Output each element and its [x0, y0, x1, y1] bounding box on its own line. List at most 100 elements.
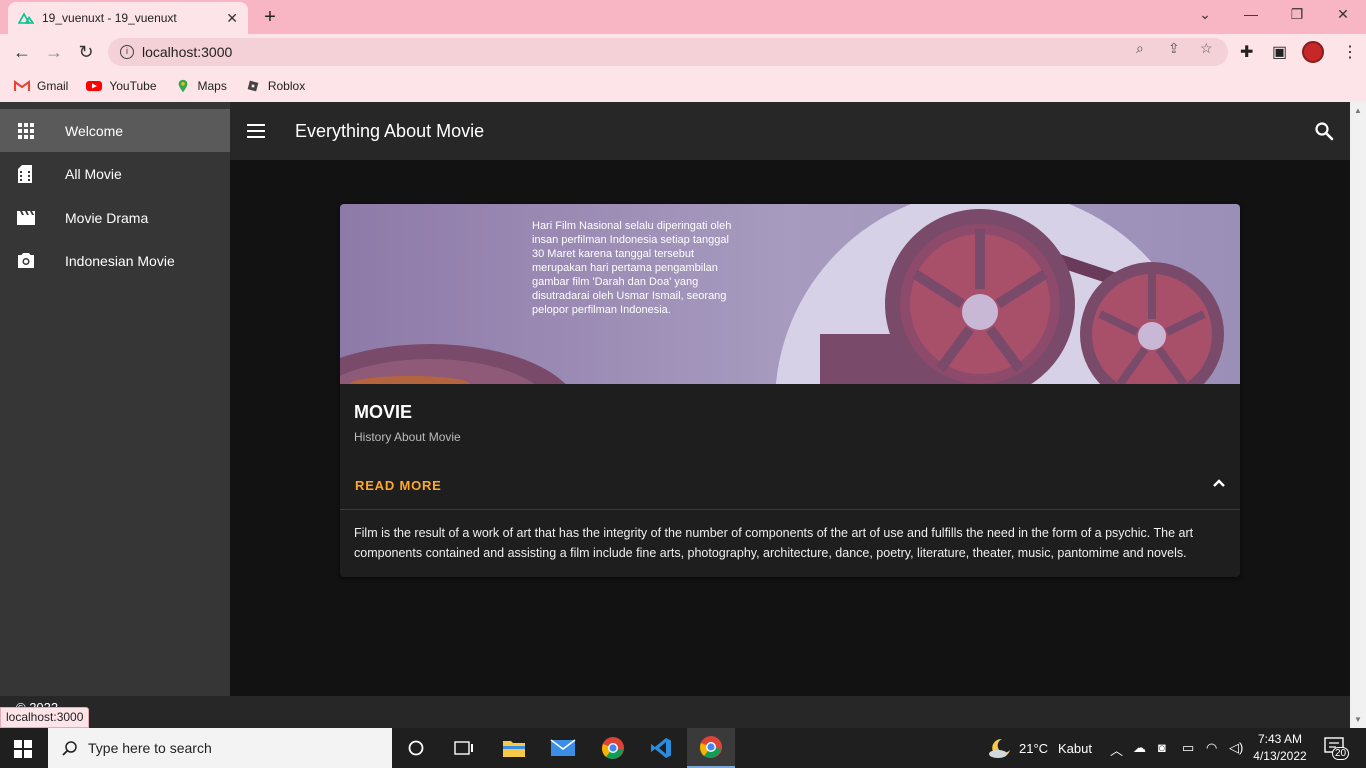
- url-text: localhost:3000: [142, 44, 233, 60]
- search-icon: [62, 741, 77, 756]
- app-title: Everything About Movie: [295, 120, 485, 141]
- page-scrollbar[interactable]: ▲ ▼: [1350, 102, 1366, 728]
- drawer-item-label: Movie Drama: [65, 209, 149, 226]
- taskbar-mail[interactable]: [539, 728, 587, 768]
- taskbar-file-explorer[interactable]: [490, 728, 538, 768]
- extensions-icon[interactable]: ✚: [1240, 42, 1253, 62]
- wifi-icon[interactable]: ◠: [1206, 740, 1217, 756]
- meet-now-icon[interactable]: ◙: [1158, 740, 1166, 755]
- site-info-icon[interactable]: i: [120, 45, 134, 59]
- banner-caption-line: gambar film 'Darah dan Doa' yang: [532, 276, 698, 288]
- notification-center-button[interactable]: 20: [1324, 737, 1350, 760]
- nuxt-logo-icon: [18, 12, 34, 24]
- forward-button[interactable]: →: [44, 42, 64, 63]
- app-bar: Everything About Movie: [230, 102, 1350, 160]
- address-bar[interactable]: i localhost:3000: [108, 38, 1228, 66]
- chrome-menu-icon[interactable]: ⋮: [1342, 42, 1358, 62]
- bookmark-label: YouTube: [109, 79, 157, 93]
- weather-moon-icon[interactable]: [988, 737, 1012, 759]
- drawer-item-label: Indonesian Movie: [65, 252, 175, 269]
- restore-button[interactable]: ❐: [1277, 6, 1317, 23]
- taskbar-vscode[interactable]: [637, 728, 685, 768]
- clock-time: 7:43 AM: [1257, 732, 1303, 746]
- weather-temperature[interactable]: 21°C: [1019, 741, 1048, 756]
- drawer-item-welcome[interactable]: Welcome: [0, 109, 230, 152]
- reload-button[interactable]: ↻: [76, 42, 96, 63]
- taskbar-search-box[interactable]: Type here to search: [48, 728, 392, 768]
- share-icon[interactable]: ⇪: [1168, 40, 1180, 57]
- bookmark-gmail[interactable]: Gmail: [14, 79, 68, 93]
- card-divider: [340, 509, 1240, 510]
- scroll-up-icon[interactable]: ▲: [1354, 106, 1362, 115]
- chrome-icon: [602, 737, 624, 759]
- weather-description[interactable]: Kabut: [1058, 741, 1092, 756]
- banner-caption-line: pelopor perfilman Indonesia.: [532, 304, 671, 316]
- banner-caption-line: merupakan hari pertama pengambilan: [532, 262, 718, 274]
- search-icon[interactable]: [1314, 121, 1334, 141]
- network-offline-icon[interactable]: ☁: [1133, 740, 1146, 756]
- browser-tab-strip: 19_vuenuxt - 19_vuenuxt ✕ + ⌄ — ❐ ✕: [0, 0, 1366, 34]
- film-file-icon: [18, 164, 32, 183]
- drawer-item-label: Welcome: [65, 122, 124, 139]
- zoom-icon[interactable]: ⌕: [1136, 40, 1144, 57]
- tab-close-icon[interactable]: ✕: [226, 10, 238, 27]
- hamburger-menu-icon[interactable]: [247, 124, 265, 138]
- folder-icon: [503, 741, 525, 757]
- notification-count-badge: 20: [1332, 747, 1350, 760]
- apps-grid-icon: [18, 122, 34, 139]
- taskbar-chrome[interactable]: [589, 728, 637, 768]
- chrome-icon: [700, 736, 722, 758]
- drawer-item-all-movie[interactable]: All Movie: [0, 152, 230, 195]
- side-panel-icon[interactable]: ▣: [1272, 42, 1287, 62]
- tab-search-icon[interactable]: ⌄: [1185, 6, 1225, 23]
- banner-caption-line: insan perfilman Indonesia setiap tanggal: [532, 234, 729, 246]
- browser-tab[interactable]: 19_vuenuxt - 19_vuenuxt ✕: [8, 2, 248, 34]
- close-window-button[interactable]: ✕: [1323, 6, 1363, 23]
- app-root: Welcome All Movie Movie Drama Indonesian…: [0, 102, 1350, 728]
- drawer-item-label: All Movie: [65, 165, 122, 182]
- gmail-icon: [14, 80, 30, 91]
- banner-caption-line: Hari Film Nasional selalu diperingati ol…: [532, 220, 731, 232]
- banner-caption-line: disutradarai oleh Usmar Ismail, seorang: [532, 290, 726, 302]
- task-view-icon: [454, 741, 473, 755]
- card-expanded-text: Film is the result of a work of art that…: [354, 526, 1194, 560]
- chevron-up-icon[interactable]: [1212, 478, 1226, 488]
- banner-caption-line: 30 Maret karena tanggal tersebut: [532, 248, 694, 260]
- roblox-icon: [247, 80, 259, 92]
- scroll-down-icon[interactable]: ▼: [1354, 715, 1362, 724]
- maps-pin-icon: [178, 79, 187, 93]
- read-more-button[interactable]: READ MORE: [346, 470, 451, 501]
- youtube-icon: [86, 81, 103, 91]
- bookmark-roblox[interactable]: Roblox: [245, 79, 305, 93]
- card-title: MOVIE: [354, 402, 413, 422]
- taskbar-clock[interactable]: 7:43 AM 4/13/2022: [1250, 731, 1310, 765]
- bookmark-youtube[interactable]: YouTube: [86, 79, 157, 93]
- profile-avatar[interactable]: [1302, 41, 1324, 63]
- tab-title: 19_vuenuxt - 19_vuenuxt: [42, 11, 177, 25]
- battery-icon[interactable]: ▭: [1182, 740, 1194, 756]
- cortana-button[interactable]: [392, 728, 440, 768]
- bookmark-label: Roblox: [267, 79, 306, 93]
- bookmark-maps[interactable]: Maps: [175, 79, 227, 93]
- cortana-icon: [408, 740, 424, 756]
- windows-start-icon[interactable]: [14, 740, 32, 758]
- task-view-button[interactable]: [440, 728, 488, 768]
- drawer-item-indonesian-movie[interactable]: Indonesian Movie: [0, 239, 230, 282]
- new-tab-button[interactable]: +: [260, 6, 280, 29]
- back-button[interactable]: ←: [12, 42, 32, 63]
- tray-expand-icon[interactable]: ︿: [1110, 740, 1123, 759]
- clapperboard-icon: [17, 210, 35, 225]
- movie-card: Hari Film Nasional selalu diperingati ol…: [340, 204, 1240, 577]
- bookmarks-bar: Gmail YouTube Maps Roblox: [0, 70, 1366, 102]
- card-banner-image: Hari Film Nasional selalu diperingati ol…: [340, 204, 1240, 384]
- card-subtitle: History About Movie: [354, 430, 461, 444]
- app-footer: © 2022: [0, 696, 1350, 728]
- vscode-icon: [651, 738, 671, 758]
- windows-taskbar: Type here to search 21°C Kabut ︿ ☁ ◙ ▭ ◠…: [0, 728, 1366, 768]
- minimize-button[interactable]: —: [1231, 6, 1271, 22]
- browser-toolbar: ← → ↻ i localhost:3000 ⌕ ⇪ ☆ ✚ ▣ ⋮: [0, 34, 1366, 70]
- drawer-item-movie-drama[interactable]: Movie Drama: [0, 196, 230, 239]
- bookmark-star-icon[interactable]: ☆: [1200, 40, 1213, 57]
- taskbar-chrome-active[interactable]: [687, 728, 735, 768]
- volume-icon[interactable]: ◁): [1229, 740, 1243, 756]
